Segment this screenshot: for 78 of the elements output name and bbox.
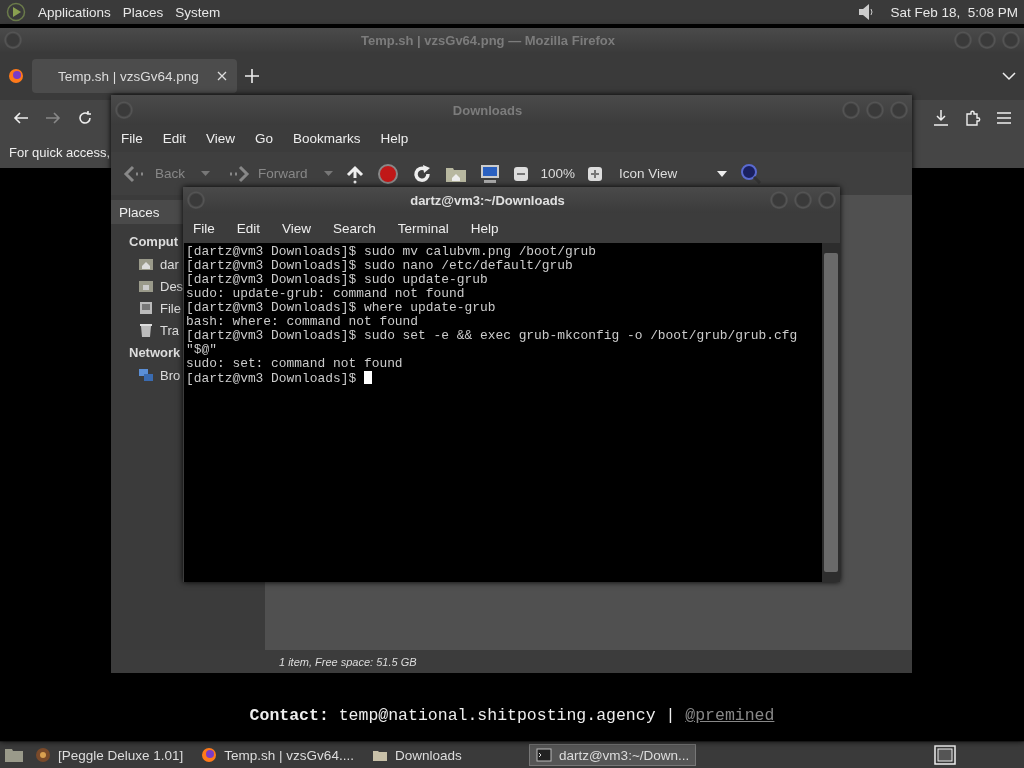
window-title: Downloads — [451, 102, 524, 118]
premined-link[interactable]: @premined — [685, 706, 775, 725]
up-arrow-icon[interactable] — [344, 163, 365, 184]
game-icon — [35, 747, 51, 763]
panel-menu[interactable]: Places — [122, 4, 164, 20]
menu-item[interactable]: Edit — [162, 131, 187, 146]
network-icon — [138, 367, 154, 383]
trash-icon — [138, 322, 154, 338]
distro-logo-icon[interactable] — [6, 2, 26, 22]
menu-item[interactable]: Help — [380, 131, 409, 146]
status-text: 1 item, Free space: 51.5 GB — [279, 655, 417, 668]
computer-icon[interactable] — [478, 162, 501, 185]
window-title: Temp.sh | vzsGv64.png — Mozilla Firefox — [359, 32, 617, 48]
terminal-line: [dartz@vm3 Downloads]$ sudo nano /etc/default/grub — [186, 258, 573, 273]
menu-item[interactable]: File — [193, 220, 215, 236]
terminal-icon — [535, 747, 552, 763]
clock[interactable]: Sat Feb 18, 5:08 PM — [890, 4, 1018, 20]
sidebar-item[interactable]: Tra — [160, 322, 180, 338]
zoom-in-icon[interactable] — [587, 165, 604, 182]
home-folder-icon — [138, 256, 154, 272]
menu-item[interactable]: View — [282, 220, 312, 236]
dropdown-arrow-icon[interactable] — [201, 170, 210, 177]
folder-icon — [138, 278, 154, 294]
sidebar-item[interactable]: Des — [160, 278, 184, 294]
terminal-line: bash: where: command not found — [186, 314, 419, 329]
bookmarks-hint: For quick access, — [9, 144, 111, 160]
sidebar-item[interactable]: File — [160, 300, 181, 316]
menu-item[interactable]: File — [121, 131, 143, 146]
taskbar-item[interactable]: Downloads — [364, 744, 525, 766]
firefox-icon — [8, 68, 24, 84]
puzzle-icon[interactable] — [964, 109, 982, 127]
download-icon[interactable] — [932, 109, 950, 127]
new-tab-icon[interactable] — [244, 69, 259, 83]
places-header[interactable]: Places — [111, 200, 183, 224]
terminal-line: [dartz@vm3 Downloads]$ sudo update-grub — [186, 272, 488, 287]
workspace-icon[interactable] — [934, 745, 956, 765]
taskbar-item[interactable]: [Peggle Deluxe 1.01] — [28, 744, 191, 766]
taskbar-item[interactable]: dartz@vm3:~/Down... — [528, 744, 697, 766]
sidebar-item[interactable]: Bro — [160, 367, 181, 383]
terminal-line: "$@" — [186, 342, 217, 357]
terminal-line: sudo: update-grub: command not found — [186, 286, 465, 301]
search-icon[interactable] — [739, 161, 764, 186]
menu-item[interactable]: Bookmarks — [293, 131, 361, 146]
menu-item[interactable]: Edit — [236, 220, 261, 236]
sidebar-item[interactable]: dar — [160, 256, 179, 272]
menu-icon[interactable] — [996, 111, 1012, 125]
menu-item[interactable]: Terminal — [397, 220, 449, 236]
menu-item[interactable]: Go — [255, 131, 274, 146]
menu-item[interactable]: View — [206, 131, 236, 146]
text-cursor — [363, 371, 372, 384]
menu-item[interactable]: Search — [333, 220, 376, 236]
dropdown-arrow-icon — [717, 169, 728, 178]
terminal-line: [dartz@vm3 Downloads]$ where update-grub — [186, 300, 496, 315]
zoom-level: 100% — [540, 166, 576, 181]
view-dropdown[interactable]: Icon View — [619, 166, 728, 181]
chevron-down-icon[interactable] — [1002, 71, 1016, 81]
panel-menu[interactable]: Applications — [38, 4, 111, 20]
sidebar-heading: Network — [128, 344, 181, 362]
stop-icon[interactable] — [376, 162, 399, 185]
terminal-line: sudo: set: command not found — [186, 356, 403, 371]
window-title: dartz@vm3:~/Downloads — [409, 192, 566, 208]
menu-item[interactable]: Help — [470, 220, 499, 236]
terminal-line: [dartz@vm3 Downloads]$ — [186, 371, 358, 386]
show-desktop-icon[interactable] — [4, 746, 24, 764]
zoom-out-icon[interactable] — [512, 165, 529, 182]
taskbar-item[interactable]: Temp.sh | vzsGv64.... — [194, 744, 361, 766]
dropdown-arrow-icon[interactable] — [323, 170, 333, 177]
sidebar-heading: Comput — [128, 233, 179, 251]
scrollbar-thumb[interactable] — [824, 253, 838, 572]
close-tab-icon[interactable] — [216, 71, 227, 81]
drive-icon — [138, 300, 154, 316]
contact-text: Contact: temp@national.shitposting.agency | @premined — [249, 706, 775, 725]
browser-tab[interactable]: Temp.sh | vzsGv64.png — [32, 59, 237, 93]
firefox-icon — [201, 747, 218, 763]
panel-menu[interactable]: System — [175, 4, 221, 20]
terminal-line: [dartz@vm3 Downloads]$ sudo mv calubvm.png /boot/grub — [186, 244, 596, 259]
terminal-line: [dartz@vm3 Downloads]$ sudo set -e && exec grub-mkconfig -o /boot/grub/grub.cfg — [186, 328, 798, 343]
reload-button[interactable] — [76, 109, 94, 127]
